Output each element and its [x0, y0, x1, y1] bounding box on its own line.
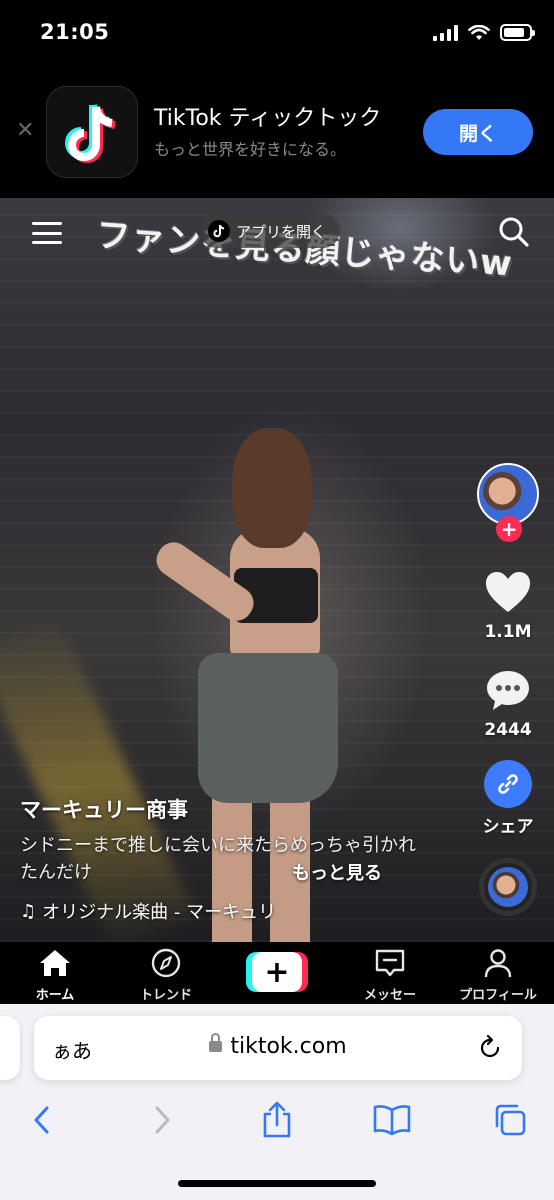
link-icon: [484, 760, 532, 808]
home-indicator[interactable]: [178, 1180, 376, 1187]
like-count: 1.1M: [484, 622, 532, 642]
tabs-icon: [495, 1104, 526, 1136]
open-app-pill[interactable]: アプリを開く: [200, 214, 341, 248]
person-icon: [484, 949, 512, 978]
battery-level: [504, 28, 525, 37]
music-disc-avatar: [488, 867, 528, 907]
address-bar[interactable]: ぁあ tiktok.com: [34, 1016, 522, 1080]
nav-home[interactable]: ホーム: [10, 948, 100, 1003]
share-button[interactable]: シェア: [474, 760, 542, 837]
app-name: TikTok ティックトック: [154, 106, 382, 131]
inbox-icon: [375, 949, 405, 977]
compass-icon: [151, 948, 181, 978]
comment-button[interactable]: 2444: [474, 668, 542, 740]
lock-icon: [209, 1033, 223, 1052]
app-tagline: もっと世界を好きになる。: [154, 140, 347, 159]
nav-trending-label: トレンド: [139, 988, 192, 1003]
menu-icon[interactable]: [32, 222, 62, 244]
video-player[interactable]: [0, 198, 554, 942]
back-button[interactable]: [22, 1100, 62, 1140]
comment-count: 2444: [484, 720, 532, 740]
close-icon[interactable]: ✕: [16, 118, 34, 143]
music-title: オリジナル楽曲 - マーキュリ: [42, 902, 277, 923]
status-icons: [433, 24, 535, 41]
url-display[interactable]: tiktok.com: [34, 1033, 522, 1059]
open-app-button[interactable]: 開く: [423, 109, 533, 155]
status-bar: 21:05: [0, 0, 554, 70]
author-name[interactable]: マーキュリー商事: [20, 794, 188, 824]
nav-inbox[interactable]: メッセー: [345, 948, 435, 1003]
home-icon: [40, 950, 70, 976]
chevron-right-icon: [155, 1106, 170, 1134]
nav-profile[interactable]: プロフィール: [453, 948, 543, 1003]
tiktok-logo-icon: [208, 220, 230, 242]
app-install-banner: ✕ TikTok ティックトック もっと世界を好きになる。 開く: [0, 70, 554, 198]
cellular-signal-icon: [433, 24, 458, 41]
heart-icon: [486, 572, 530, 612]
status-time: 21:05: [40, 20, 110, 44]
tiktok-app-icon: [46, 86, 138, 178]
reload-icon[interactable]: [476, 1034, 504, 1062]
open-app-label: アプリを開く: [236, 222, 327, 241]
music-note-icon: ♫: [20, 900, 37, 922]
previous-tab-edge[interactable]: [0, 1016, 20, 1080]
plus-icon: +: [252, 952, 302, 992]
chevron-left-icon: [34, 1106, 49, 1134]
nav-profile-label: プロフィール: [459, 988, 537, 1003]
search-icon[interactable]: [496, 214, 530, 248]
share-label: シェア: [482, 817, 534, 837]
follow-plus-icon[interactable]: +: [496, 516, 522, 542]
safari-chrome: ぁあ tiktok.com: [0, 1004, 554, 1200]
bookmarks-button[interactable]: [372, 1100, 412, 1140]
share-icon: [263, 1101, 291, 1138]
like-button[interactable]: 1.1M: [474, 570, 542, 642]
nav-inbox-label: メッセー: [363, 988, 416, 1003]
tabs-button[interactable]: [490, 1100, 530, 1140]
book-icon: [373, 1105, 411, 1136]
create-button[interactable]: +: [246, 952, 308, 992]
url-text: tiktok.com: [230, 1034, 347, 1059]
share-sheet-button[interactable]: [257, 1100, 297, 1140]
battery-icon: [500, 24, 535, 41]
wifi-icon: [468, 24, 490, 40]
comment-icon: [487, 671, 529, 710]
bottom-nav: ホーム トレンド + メッセー プロフィール: [0, 942, 554, 1004]
nav-trending[interactable]: トレンド: [121, 948, 211, 1003]
forward-button[interactable]: [142, 1100, 182, 1140]
see-more-link[interactable]: もっと見る: [292, 859, 382, 885]
nav-home-label: ホーム: [35, 988, 75, 1003]
music-row[interactable]: ♫ オリジナル楽曲 - マーキュリ: [20, 898, 276, 924]
music-disc-icon[interactable]: [479, 858, 537, 916]
